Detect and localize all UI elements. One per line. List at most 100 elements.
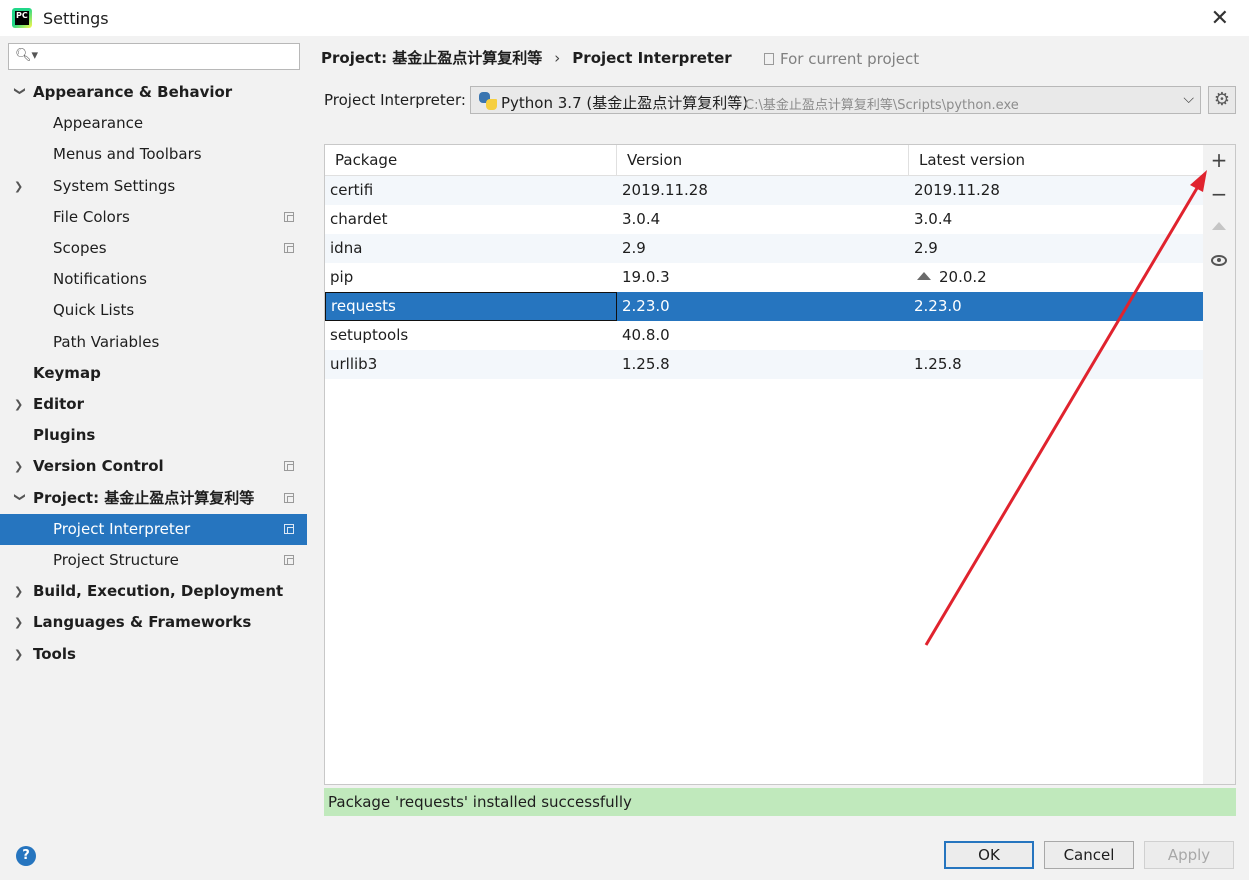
ok-button[interactable]: OK bbox=[944, 841, 1034, 869]
packages-table: Package Version Latest version certifi 20… bbox=[324, 144, 1204, 785]
chevron-right-icon[interactable]: ❯ bbox=[14, 451, 26, 482]
sidebar-item-label: Tools bbox=[33, 645, 76, 663]
table-row[interactable]: chardet 3.0.4 3.0.4 bbox=[325, 205, 1203, 234]
sidebar-item-languages-frameworks[interactable]: ❯ Languages & Frameworks bbox=[0, 607, 307, 638]
search-icon: 🔍︎▾ bbox=[15, 48, 39, 63]
settings-search[interactable]: 🔍︎▾ bbox=[8, 43, 300, 70]
search-input[interactable] bbox=[37, 46, 292, 66]
cell-package: idna bbox=[330, 239, 363, 257]
sidebar-item-label: File Colors bbox=[53, 208, 130, 226]
project-scope-icon bbox=[284, 524, 294, 534]
eye-icon bbox=[1211, 255, 1227, 266]
sidebar-item-label: Project Interpreter bbox=[53, 520, 191, 538]
cell-version: 2.23.0 bbox=[622, 297, 670, 315]
interpreter-dropdown[interactable]: Python 3.7 (基金止盈点计算复利等) C:\基金止盈点计算复利等\Sc… bbox=[470, 86, 1201, 114]
sidebar-item-appearance-behavior[interactable]: ❯ Appearance & Behavior bbox=[0, 77, 307, 108]
breadcrumb-separator: › bbox=[554, 49, 561, 67]
sidebar-item-label: Notifications bbox=[53, 270, 147, 288]
interpreter-path: C:\基金止盈点计算复利等\Scripts\python.exe bbox=[745, 98, 1019, 113]
python-icon bbox=[479, 92, 497, 110]
column-header-version[interactable]: Version bbox=[617, 145, 909, 176]
sidebar-item-project-structure[interactable]: Project Structure bbox=[0, 545, 307, 576]
cell-version: 1.25.8 bbox=[622, 355, 670, 373]
chevron-down-icon[interactable]: ❯ bbox=[5, 87, 36, 99]
sidebar-item-label: Menus and Toolbars bbox=[53, 145, 202, 163]
upgrade-package-button[interactable] bbox=[1203, 211, 1235, 241]
settings-sidebar: 🔍︎▾ ❯ Appearance & Behavior Appearance Menu… bbox=[0, 36, 307, 829]
chevron-right-icon[interactable]: ❯ bbox=[14, 576, 26, 607]
sidebar-item-project-interpreter[interactable]: Project Interpreter bbox=[0, 514, 307, 545]
cell-latest: 2019.11.28 bbox=[914, 181, 1000, 199]
add-package-button[interactable]: + bbox=[1203, 145, 1235, 175]
interpreter-label: Project Interpreter: bbox=[324, 91, 466, 109]
cell-latest: 2.9 bbox=[914, 239, 938, 257]
scope-note: For current project bbox=[764, 50, 919, 68]
sidebar-item-label: Version Control bbox=[33, 457, 164, 475]
sidebar-item-label: Plugins bbox=[33, 426, 96, 444]
upgrade-icon bbox=[1212, 222, 1226, 230]
table-row[interactable]: setuptools 40.8.0 bbox=[325, 321, 1203, 350]
interpreter-name: Python 3.7 (基金止盈点计算复利等) bbox=[501, 94, 749, 112]
project-scope-icon bbox=[284, 493, 294, 503]
chevron-right-icon[interactable]: ❯ bbox=[14, 389, 26, 420]
gear-icon[interactable]: ⚙ bbox=[1208, 86, 1236, 114]
table-row[interactable]: idna 2.9 2.9 bbox=[325, 234, 1203, 263]
sidebar-item-plugins[interactable]: Plugins bbox=[0, 420, 307, 451]
window-title: Settings bbox=[43, 9, 109, 28]
help-icon[interactable]: ? bbox=[16, 846, 36, 866]
table-row[interactable]: urllib3 1.25.8 1.25.8 bbox=[325, 350, 1203, 379]
sidebar-item-label: Languages & Frameworks bbox=[33, 613, 252, 631]
cancel-button[interactable]: Cancel bbox=[1044, 841, 1134, 869]
upgrade-available-icon bbox=[917, 272, 931, 280]
chevron-right-icon[interactable]: ❯ bbox=[14, 607, 26, 638]
package-toolbar: + − bbox=[1203, 144, 1236, 785]
close-icon[interactable]: ✕ bbox=[1211, 6, 1229, 31]
show-latest-button[interactable] bbox=[1203, 244, 1235, 274]
sidebar-item-path-variables[interactable]: Path Variables bbox=[0, 327, 307, 358]
sidebar-item-version-control[interactable]: ❯ Version Control bbox=[0, 451, 307, 482]
column-header-latest[interactable]: Latest version bbox=[909, 145, 1203, 176]
column-header-package[interactable]: Package bbox=[325, 145, 617, 176]
apply-button[interactable]: Apply bbox=[1144, 841, 1234, 869]
sidebar-item-file-colors[interactable]: File Colors bbox=[0, 202, 307, 233]
sidebar-item-notifications[interactable]: Notifications bbox=[0, 264, 307, 295]
sidebar-item-label: Appearance & Behavior bbox=[33, 83, 233, 101]
sidebar-item-appearance[interactable]: Appearance bbox=[0, 108, 307, 139]
sidebar-item-editor[interactable]: ❯ Editor bbox=[0, 389, 307, 420]
cell-package: certifi bbox=[330, 181, 374, 199]
chevron-right-icon[interactable]: ❯ bbox=[14, 171, 26, 202]
pycharm-logo-icon: PC bbox=[12, 8, 32, 28]
table-row[interactable]: pip 19.0.3 20.0.2 bbox=[325, 263, 1203, 292]
sidebar-item-quick-lists[interactable]: Quick Lists bbox=[0, 295, 307, 326]
project-scope-icon bbox=[284, 461, 294, 471]
chevron-down-icon: ⌵ bbox=[1183, 91, 1194, 107]
main-panel: Project: 基金止盈点计算复利等 › Project Interpreter … bbox=[307, 36, 1249, 829]
sidebar-item-keymap[interactable]: Keymap bbox=[0, 358, 307, 389]
sidebar-item-tools[interactable]: ❯ Tools bbox=[0, 639, 307, 670]
sidebar-item-build-execution-deployment[interactable]: ❯ Build, Execution, Deployment bbox=[0, 576, 307, 607]
sidebar-item-project[interactable]: ❯ Project: 基金止盈点计算复利等 bbox=[0, 483, 307, 514]
chevron-down-icon[interactable]: ❯ bbox=[5, 493, 36, 505]
document-icon bbox=[764, 53, 774, 65]
scope-note-text: For current project bbox=[780, 50, 920, 68]
cell-latest: 3.0.4 bbox=[914, 210, 953, 228]
cell-latest: 2.23.0 bbox=[914, 297, 962, 315]
project-scope-icon bbox=[284, 212, 294, 222]
sidebar-item-label: Project Structure bbox=[53, 551, 179, 569]
cell-package: requests bbox=[325, 292, 617, 321]
remove-package-button[interactable]: − bbox=[1203, 179, 1235, 209]
chevron-right-icon[interactable]: ❯ bbox=[14, 639, 26, 670]
dialog-footer: ? OK Cancel Apply bbox=[0, 829, 1249, 880]
cell-latest bbox=[909, 321, 1203, 350]
table-row[interactable]: certifi 2019.11.28 2019.11.28 bbox=[325, 176, 1203, 205]
sidebar-item-label: Quick Lists bbox=[53, 301, 135, 319]
sidebar-item-menus-and-toolbars[interactable]: Menus and Toolbars bbox=[0, 139, 307, 170]
table-row[interactable]: requests 2.23.0 2.23.0 bbox=[325, 292, 1203, 321]
status-message: Package 'requests' installed successfull… bbox=[324, 788, 1236, 816]
sidebar-item-system-settings[interactable]: ❯ System Settings bbox=[0, 171, 307, 202]
sidebar-item-scopes[interactable]: Scopes bbox=[0, 233, 307, 264]
project-scope-icon bbox=[284, 555, 294, 565]
cell-latest: 1.25.8 bbox=[914, 355, 962, 373]
sidebar-item-label: Project: 基金止盈点计算复利等 bbox=[33, 489, 255, 507]
breadcrumb: Project: 基金止盈点计算复利等 › Project Interpreter bbox=[321, 47, 732, 68]
